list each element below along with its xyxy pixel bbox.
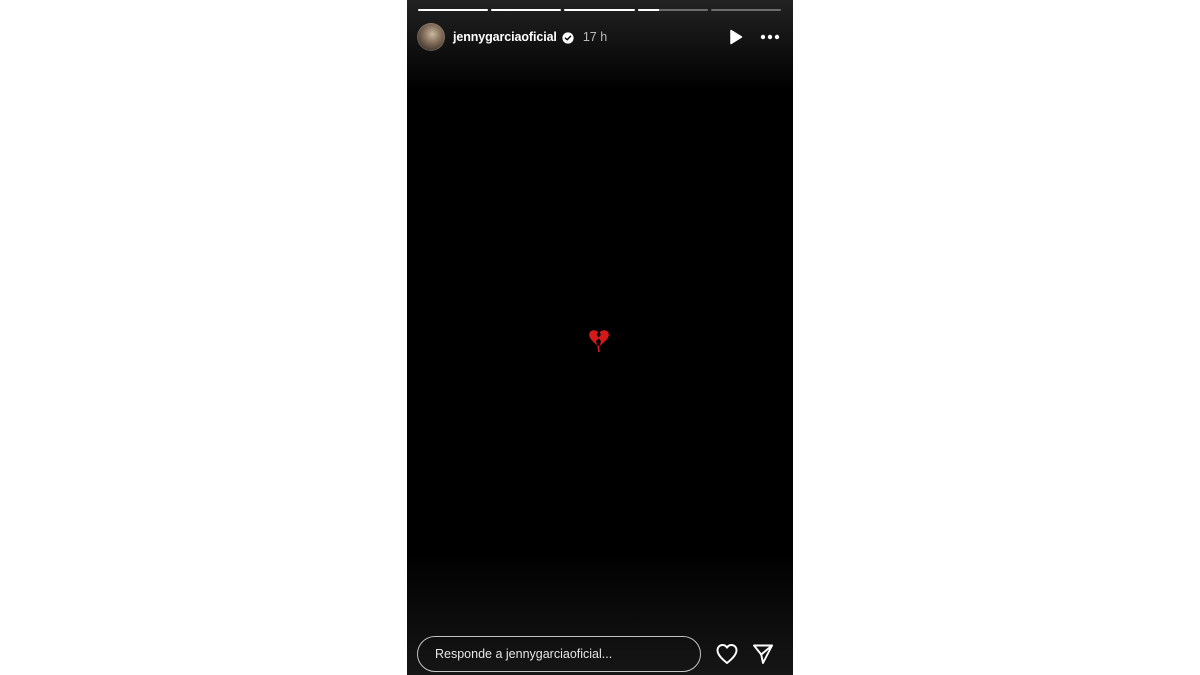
story-progress-bar (418, 9, 782, 12)
like-button[interactable] (715, 642, 739, 666)
heart-icon (716, 644, 738, 664)
send-button[interactable] (751, 642, 775, 666)
broken-heart-icon (587, 327, 611, 353)
page-background: jennygarciaoficial 17 h (0, 0, 1200, 675)
verified-badge-icon (562, 31, 574, 44)
progress-segment (710, 9, 782, 11)
progress-segment (564, 9, 635, 11)
progress-segment (491, 9, 562, 11)
more-options-icon (760, 34, 780, 40)
play-button[interactable] (727, 28, 745, 46)
more-options-button[interactable] (759, 28, 781, 46)
story-viewer[interactable]: jennygarciaoficial 17 h (407, 0, 793, 675)
post-time: 17 h (582, 30, 608, 44)
username[interactable]: jennygarciaoficial (453, 30, 557, 44)
progress-segment-fill (418, 9, 489, 11)
progress-segment (637, 9, 708, 11)
send-icon (753, 644, 773, 664)
progress-segment-fill (637, 9, 659, 11)
story-header: jennygarciaoficial 17 h (417, 22, 783, 52)
progress-segment-fill (491, 9, 562, 11)
story-footer (417, 634, 783, 674)
progress-segment-fill (564, 9, 635, 11)
play-icon (730, 29, 743, 45)
avatar[interactable] (417, 23, 445, 51)
progress-segment (418, 9, 489, 11)
reply-input[interactable] (417, 636, 701, 672)
